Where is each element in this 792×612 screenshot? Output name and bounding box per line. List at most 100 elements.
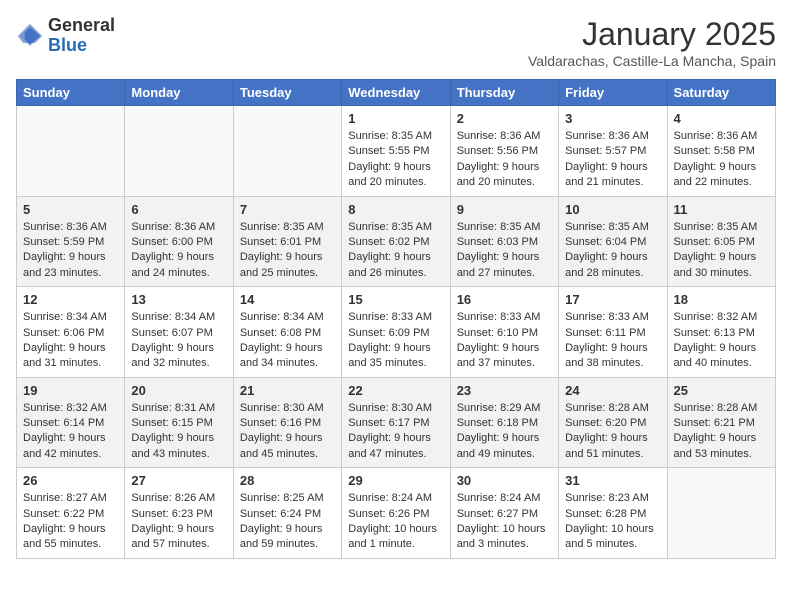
day-info: Sunrise: 8:36 AM Sunset: 6:00 PM Dayligh…: [131, 220, 226, 282]
calendar-cell: 28Sunrise: 8:25 AM Sunset: 6:24 PM Dayli…: [233, 468, 341, 559]
day-info: Sunrise: 8:27 AM Sunset: 6:22 PM Dayligh…: [23, 491, 118, 553]
day-info: Sunrise: 8:29 AM Sunset: 6:18 PM Dayligh…: [457, 401, 552, 463]
location-subtitle: Valdarachas, Castille-La Mancha, Spain: [528, 53, 776, 69]
day-number: 6: [131, 202, 226, 217]
calendar-day-header: Tuesday: [233, 80, 341, 106]
day-info: Sunrise: 8:23 AM Sunset: 6:28 PM Dayligh…: [565, 491, 660, 553]
calendar-cell: 18 Sunrise: 8:32 AM Sunset: 6:13 PM Dayli…: [667, 287, 775, 378]
day-number: 21: [240, 383, 335, 398]
day-info: Sunrise: 8:36 AM Sunset: 5:56 PM Dayligh…: [457, 129, 552, 191]
calendar-cell: [17, 106, 125, 197]
calendar-day-header: Thursday: [450, 80, 558, 106]
day-number: 16: [457, 292, 552, 307]
day-number: 5: [23, 202, 118, 217]
day-info: Sunrise: 8:34 AM Sunset: 6:07 PM Dayligh…: [131, 310, 226, 372]
day-number: 17: [565, 292, 660, 307]
day-info: Sunrise: 8:28 AM Sunset: 6:21 PM Dayligh…: [674, 401, 769, 463]
day-info: Sunrise: 8:33 AM Sunset: 6:10 PM Dayligh…: [457, 310, 552, 372]
logo-icon: [16, 22, 44, 50]
day-info: Sunrise: 8:30 AM Sunset: 6:16 PM Dayligh…: [240, 401, 335, 463]
day-number: 12: [23, 292, 118, 307]
calendar-day-header: Wednesday: [342, 80, 450, 106]
day-info: Sunrise: 8:34 AM Sunset: 6:08 PM Dayligh…: [240, 310, 335, 372]
calendar-cell: 19 Sunrise: 8:32 AM Sunset: 6:14 PM Dayli…: [17, 377, 125, 468]
calendar-cell: [233, 106, 341, 197]
day-number: 26: [23, 473, 118, 488]
day-info: Sunrise: 8:31 AM Sunset: 6:15 PM Dayligh…: [131, 401, 226, 463]
day-info: Sunrise: 8:24 AM Sunset: 6:26 PM Dayligh…: [348, 491, 443, 553]
day-info: Sunrise: 8:35 AM Sunset: 6:03 PM Dayligh…: [457, 220, 552, 282]
day-info: Sunrise: 8:36 AM Sunset: 5:58 PM Dayligh…: [674, 129, 769, 191]
day-info: Sunrise: 8:35 AM Sunset: 6:04 PM Dayligh…: [565, 220, 660, 282]
logo: General Blue: [16, 16, 115, 56]
day-info: Sunrise: 8:34 AM Sunset: 6:06 PM Dayligh…: [23, 310, 118, 372]
calendar-cell: 13 Sunrise: 8:34 AM Sunset: 6:07 PM Dayli…: [125, 287, 233, 378]
calendar-cell: 7Sunrise: 8:35 AM Sunset: 6:01 PM Daylig…: [233, 196, 341, 287]
calendar-cell: 27 Sunrise: 8:26 AM Sunset: 6:23 PM Dayli…: [125, 468, 233, 559]
day-number: 14: [240, 292, 335, 307]
page-header: General Blue January 2025 Valdarachas, C…: [16, 16, 776, 69]
calendar-week-row: 19 Sunrise: 8:32 AM Sunset: 6:14 PM Dayli…: [17, 377, 776, 468]
calendar-cell: 20Sunrise: 8:31 AM Sunset: 6:15 PM Dayli…: [125, 377, 233, 468]
calendar-cell: 17 Sunrise: 8:33 AM Sunset: 6:11 PM Dayli…: [559, 287, 667, 378]
logo-blue: Blue: [48, 35, 87, 55]
calendar-header-row: SundayMondayTuesdayWednesdayThursdayFrid…: [17, 80, 776, 106]
calendar-cell: 4 Sunrise: 8:36 AM Sunset: 5:58 PM Daylig…: [667, 106, 775, 197]
day-number: 27: [131, 473, 226, 488]
day-number: 1: [348, 111, 443, 126]
calendar-cell: 15Sunrise: 8:33 AM Sunset: 6:09 PM Dayli…: [342, 287, 450, 378]
day-number: 22: [348, 383, 443, 398]
calendar-week-row: 26 Sunrise: 8:27 AM Sunset: 6:22 PM Dayli…: [17, 468, 776, 559]
logo-general: General: [48, 15, 115, 35]
calendar-week-row: 12 Sunrise: 8:34 AM Sunset: 6:06 PM Dayli…: [17, 287, 776, 378]
calendar-cell: 2Sunrise: 8:36 AM Sunset: 5:56 PM Daylig…: [450, 106, 558, 197]
calendar-cell: 21 Sunrise: 8:30 AM Sunset: 6:16 PM Dayli…: [233, 377, 341, 468]
day-number: 31: [565, 473, 660, 488]
calendar-table: SundayMondayTuesdayWednesdayThursdayFrid…: [16, 79, 776, 559]
calendar-cell: 1Sunrise: 8:35 AM Sunset: 5:55 PM Daylig…: [342, 106, 450, 197]
day-number: 4: [674, 111, 769, 126]
calendar-cell: 30 Sunrise: 8:24 AM Sunset: 6:27 PM Dayli…: [450, 468, 558, 559]
calendar-week-row: 5 Sunrise: 8:36 AM Sunset: 5:59 PM Daylig…: [17, 196, 776, 287]
calendar-day-header: Friday: [559, 80, 667, 106]
calendar-cell: 8Sunrise: 8:35 AM Sunset: 6:02 PM Daylig…: [342, 196, 450, 287]
day-number: 23: [457, 383, 552, 398]
day-number: 13: [131, 292, 226, 307]
calendar-cell: [125, 106, 233, 197]
calendar-cell: 29 Sunrise: 8:24 AM Sunset: 6:26 PM Dayli…: [342, 468, 450, 559]
day-info: Sunrise: 8:36 AM Sunset: 5:57 PM Dayligh…: [565, 129, 660, 191]
day-info: Sunrise: 8:33 AM Sunset: 6:09 PM Dayligh…: [348, 310, 443, 372]
calendar-cell: 9Sunrise: 8:35 AM Sunset: 6:03 PM Daylig…: [450, 196, 558, 287]
day-info: Sunrise: 8:36 AM Sunset: 5:59 PM Dayligh…: [23, 220, 118, 282]
day-number: 19: [23, 383, 118, 398]
day-number: 18: [674, 292, 769, 307]
day-number: 28: [240, 473, 335, 488]
calendar-cell: 14 Sunrise: 8:34 AM Sunset: 6:08 PM Dayli…: [233, 287, 341, 378]
day-number: 8: [348, 202, 443, 217]
day-info: Sunrise: 8:26 AM Sunset: 6:23 PM Dayligh…: [131, 491, 226, 553]
day-info: Sunrise: 8:24 AM Sunset: 6:27 PM Dayligh…: [457, 491, 552, 553]
day-info: Sunrise: 8:28 AM Sunset: 6:20 PM Dayligh…: [565, 401, 660, 463]
day-number: 7: [240, 202, 335, 217]
month-title: January 2025: [528, 16, 776, 53]
calendar-day-header: Saturday: [667, 80, 775, 106]
calendar-cell: [667, 468, 775, 559]
calendar-cell: 22 Sunrise: 8:30 AM Sunset: 6:17 PM Dayli…: [342, 377, 450, 468]
day-number: 24: [565, 383, 660, 398]
calendar-week-row: 1Sunrise: 8:35 AM Sunset: 5:55 PM Daylig…: [17, 106, 776, 197]
day-number: 10: [565, 202, 660, 217]
day-number: 29: [348, 473, 443, 488]
day-info: Sunrise: 8:30 AM Sunset: 6:17 PM Dayligh…: [348, 401, 443, 463]
day-number: 30: [457, 473, 552, 488]
day-number: 3: [565, 111, 660, 126]
title-block: January 2025 Valdarachas, Castille-La Ma…: [528, 16, 776, 69]
day-info: Sunrise: 8:32 AM Sunset: 6:14 PM Dayligh…: [23, 401, 118, 463]
day-number: 11: [674, 202, 769, 217]
calendar-cell: 24 Sunrise: 8:28 AM Sunset: 6:20 PM Dayli…: [559, 377, 667, 468]
calendar-day-header: Monday: [125, 80, 233, 106]
logo-text: General Blue: [48, 16, 115, 56]
day-info: Sunrise: 8:32 AM Sunset: 6:13 PM Dayligh…: [674, 310, 769, 372]
day-info: Sunrise: 8:33 AM Sunset: 6:11 PM Dayligh…: [565, 310, 660, 372]
calendar-cell: 25 Sunrise: 8:28 AM Sunset: 6:21 PM Dayli…: [667, 377, 775, 468]
day-number: 25: [674, 383, 769, 398]
